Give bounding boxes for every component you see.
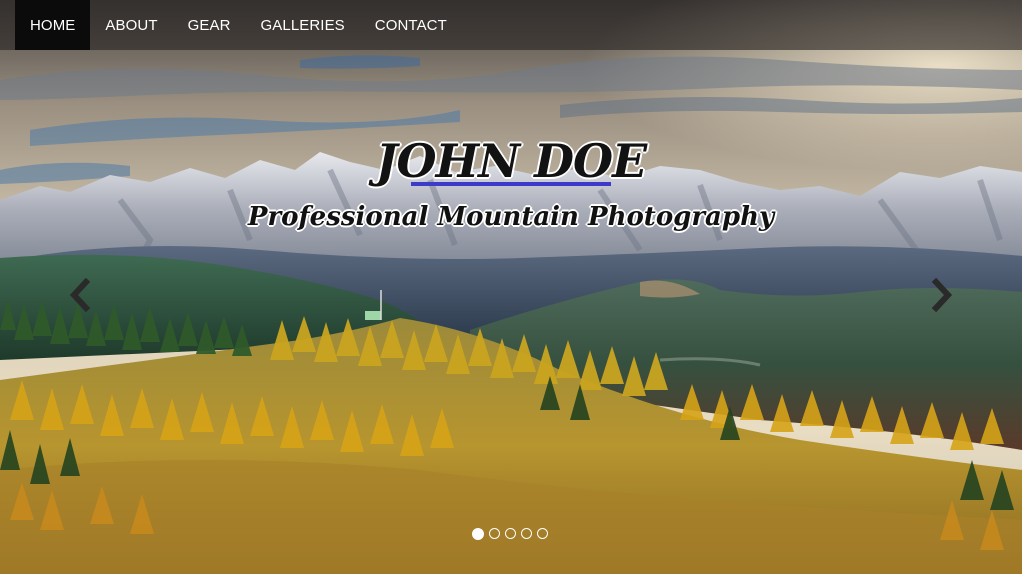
carousel-prev-button[interactable] [68,278,92,312]
nav-item-gear[interactable]: GEAR [173,0,246,50]
nav-item-about[interactable]: ABOUT [90,0,172,50]
carousel-dot-3[interactable] [505,528,516,539]
hero-carousel: HOME ABOUT GEAR GALLERIES CONTACT JOHN D… [0,0,1022,574]
nav-item-galleries[interactable]: GALLERIES [246,0,360,50]
hero-title: JOHN DOE [375,134,647,188]
carousel-dot-2[interactable] [489,528,500,539]
main-nav: HOME ABOUT GEAR GALLERIES CONTACT [15,0,462,50]
carousel-dot-1[interactable] [472,527,484,540]
mountain-landscape-image [0,0,1022,574]
nav-item-home[interactable]: HOME [15,0,91,50]
carousel-indicators [472,527,548,540]
top-navigation-bar: HOME ABOUT GEAR GALLERIES CONTACT [0,0,1022,50]
chevron-right-icon [931,278,953,312]
chevron-left-icon [69,278,91,312]
nav-item-contact[interactable]: CONTACT [360,0,462,50]
carousel-dot-4[interactable] [521,528,532,539]
carousel-dot-5[interactable] [537,528,548,539]
hero-subtitle: Professional Mountain Photography [247,202,775,232]
carousel-next-button[interactable] [930,278,954,312]
title-underline [411,182,611,186]
